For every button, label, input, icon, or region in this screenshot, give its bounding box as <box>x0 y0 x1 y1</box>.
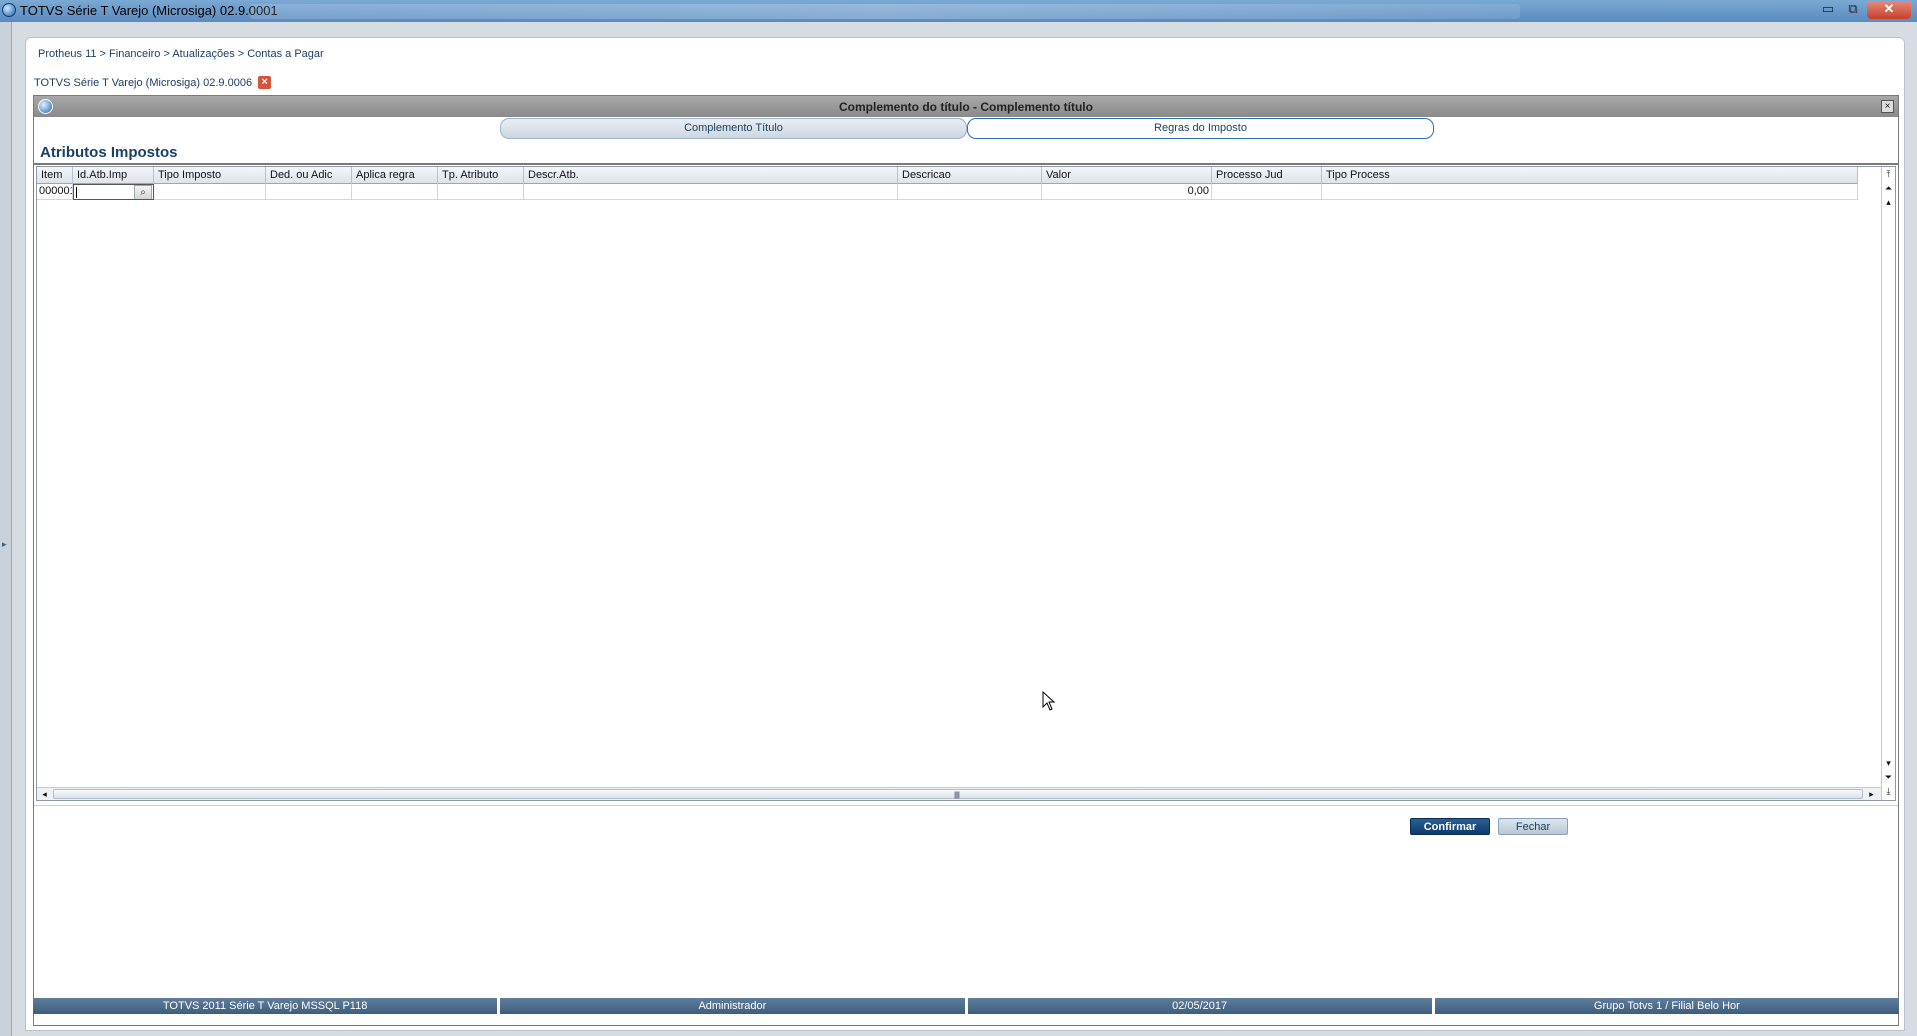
text-caret <box>76 187 77 198</box>
scroll-up-icon[interactable]: ▴ <box>1882 196 1895 209</box>
side-panel-toggle[interactable]: ▸ <box>0 22 12 1036</box>
close-button[interactable]: Fechar <box>1498 818 1568 835</box>
os-window-title: TOTVS Série T Varejo (Microsiga) 02.9.00… <box>20 3 278 18</box>
background-tabs <box>250 4 1520 19</box>
cell-valor[interactable]: 0,00 <box>1042 184 1212 200</box>
page-down-icon[interactable]: ⏷ <box>1882 771 1895 784</box>
column-header-tipo-process[interactable]: Tipo Process <box>1322 167 1858 184</box>
column-header-processo-jud[interactable]: Processo Jud <box>1212 167 1322 184</box>
status-company: Grupo Totvs 1 / Filial Belo Hor <box>1434 998 1899 1014</box>
program-tab-label: TOTVS Série T Varejo (Microsiga) 02.9.00… <box>34 76 253 89</box>
column-header-valor[interactable]: Valor <box>1042 167 1212 184</box>
folder-tabs: Complemento Título Regras do Imposto <box>34 117 1898 139</box>
column-header-tp-atributo[interactable]: Tp. Atributo <box>438 167 524 184</box>
scroll-down-icon[interactable]: ▾ <box>1882 757 1895 770</box>
main-container: Protheus 11 > Financeiro > Atualizações … <box>25 37 1905 1031</box>
scroll-top-icon[interactable]: ⤒ <box>1882 168 1895 181</box>
column-header-item[interactable]: Item <box>37 167 73 184</box>
vertical-scrollbar[interactable]: ⤒ ⏶ ▴ ▾ ⏷ ⤓ <box>1881 167 1895 800</box>
status-environment: TOTVS 2011 Série T Varejo MSSQL P118 <box>33 998 498 1014</box>
program-tab[interactable]: TOTVS Série T Varejo (Microsiga) 02.9.00… <box>34 76 272 89</box>
horizontal-scroll-thumb[interactable]: |||||| <box>53 789 1863 799</box>
divider <box>34 163 1898 165</box>
cell-tp-atributo[interactable] <box>438 184 524 200</box>
attributes-grid[interactable]: Item Id.Atb.Imp Tipo Imposto Ded. ou Adi… <box>36 166 1896 801</box>
column-header-aplica-regra[interactable]: Aplica regra <box>352 167 438 184</box>
grid-header: Item Id.Atb.Imp Tipo Imposto Ded. ou Adi… <box>37 167 1858 184</box>
cell-tipo-process[interactable] <box>1322 184 1858 200</box>
horizontal-scrollbar[interactable]: ◂ |||||| ▸ <box>37 787 1881 800</box>
close-window-icon[interactable]: ✕ <box>1867 1 1911 19</box>
footer-divider <box>34 805 1898 806</box>
tab-regras-do-imposto[interactable]: Regras do Imposto <box>967 118 1434 139</box>
app-logo-icon <box>2 3 16 17</box>
column-header-tipo-imposto[interactable]: Tipo Imposto <box>154 167 266 184</box>
cell-processo-jud[interactable] <box>1212 184 1322 200</box>
column-header-ded-ou-adic[interactable]: Ded. ou Adic <box>266 167 352 184</box>
scroll-bottom-icon[interactable]: ⤓ <box>1882 785 1895 798</box>
cell-item[interactable]: 000001 <box>37 184 73 200</box>
cell-ded-ou-adic[interactable] <box>266 184 352 200</box>
search-lookup-icon[interactable]: ⌕ <box>134 185 152 199</box>
confirm-button[interactable]: Confirmar <box>1410 818 1490 835</box>
dialog-title: Complemento do título - Complemento títu… <box>839 100 1093 114</box>
column-header-descr-atb[interactable]: Descr.Atb. <box>524 167 898 184</box>
dialog-header: Complemento do título - Complemento títu… <box>34 96 1898 117</box>
cell-tipo-imposto[interactable] <box>154 184 266 200</box>
dialog-close-icon[interactable]: × <box>1881 100 1894 113</box>
grip-icon: |||||| <box>954 792 960 799</box>
column-header-descricao[interactable]: Descricao <box>898 167 1042 184</box>
close-tab-icon[interactable]: × <box>258 76 272 89</box>
chevron-right-icon: ▸ <box>2 539 7 549</box>
column-header-id-atb-imp[interactable]: Id.Atb.Imp <box>73 167 154 184</box>
breadcrumb: Protheus 11 > Financeiro > Atualizações … <box>38 48 324 60</box>
cell-id-atb-imp-input[interactable]: ⌕ <box>73 184 154 200</box>
cell-descricao[interactable] <box>898 184 1042 200</box>
status-user: Administrador <box>500 998 965 1014</box>
section-title: Atributos Impostos <box>40 144 178 161</box>
status-date: 02/05/2017 <box>967 998 1432 1014</box>
status-bar: TOTVS 2011 Série T Varejo MSSQL P118 Adm… <box>33 998 1899 1014</box>
cell-aplica-regra[interactable] <box>352 184 438 200</box>
os-title-bar: TOTVS Série T Varejo (Microsiga) 02.9.00… <box>0 0 1917 22</box>
cell-descr-atb[interactable] <box>524 184 898 200</box>
table-row[interactable]: 000001 ⌕ 0,00 <box>37 184 1858 200</box>
tab-complemento-titulo[interactable]: Complemento Título <box>500 118 967 139</box>
maximize-icon[interactable]: ⧉ <box>1842 1 1864 19</box>
complemento-dialog: Complemento do título - Complemento títu… <box>33 95 1899 1026</box>
minimize-icon[interactable]: ▭ <box>1817 1 1839 19</box>
scroll-left-icon[interactable]: ◂ <box>38 788 51 800</box>
scroll-right-icon[interactable]: ▸ <box>1865 788 1878 800</box>
page-up-icon[interactable]: ⏶ <box>1882 182 1895 195</box>
